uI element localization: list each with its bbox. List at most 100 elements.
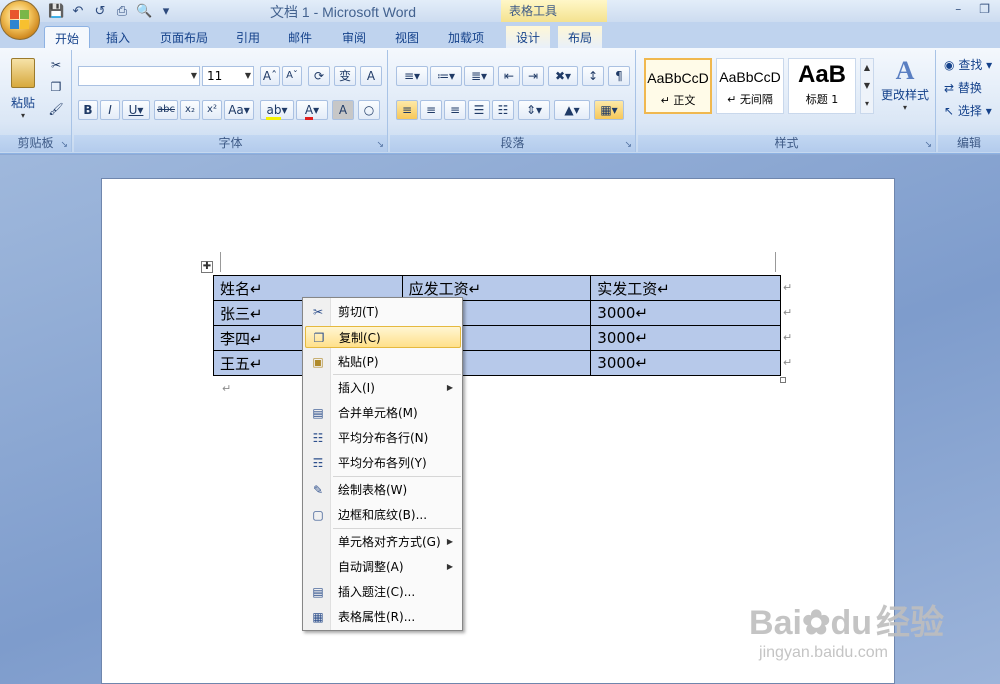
table-resize-handle[interactable] xyxy=(780,377,786,383)
distribute-columns-icon: ☶ xyxy=(312,456,324,470)
sort-icon[interactable]: ↕ xyxy=(582,66,604,86)
superscript-icon[interactable]: x² xyxy=(202,100,222,120)
clear-format-icon[interactable]: ⟳ xyxy=(308,66,330,86)
menu-item-label: 单元格对齐方式(G) xyxy=(338,535,441,549)
font-color-icon[interactable]: A▾ xyxy=(296,100,328,120)
align-center-icon[interactable]: ≡ xyxy=(420,100,442,120)
numbering-icon[interactable]: ≔▾ xyxy=(430,66,462,86)
character-border-icon[interactable]: A xyxy=(360,66,382,86)
tab-review[interactable]: 审阅 xyxy=(332,26,376,48)
subscript-icon[interactable]: x₂ xyxy=(180,100,200,120)
menu-item-insert-caption[interactable]: ▤ 插入题注(C)... xyxy=(305,581,461,603)
change-case-icon[interactable]: Aa▾ xyxy=(224,100,254,120)
highlight-icon[interactable]: ab▾ xyxy=(260,100,294,120)
bold-icon[interactable]: B xyxy=(78,100,98,120)
paste-label: 粘贴 xyxy=(10,96,35,110)
phonetic-guide-icon[interactable]: 变 xyxy=(334,66,356,86)
print-icon[interactable]: ⎙ xyxy=(114,4,130,19)
menu-item-copy[interactable]: ❐ 复制(C) xyxy=(305,326,461,348)
character-shading-icon[interactable]: A xyxy=(332,100,354,120)
style-normal[interactable]: AaBbCcD ↵ 正文 xyxy=(644,58,712,114)
menu-item-draw-table[interactable]: ✎ 绘制表格(W) xyxy=(305,479,461,501)
dialog-launcher-icon[interactable]: ↘ xyxy=(60,140,68,150)
grow-font-icon[interactable]: Aˆ xyxy=(260,66,280,86)
menu-item-distribute-rows[interactable]: ☷ 平均分布各行(N) xyxy=(305,427,461,449)
dialog-launcher-icon[interactable]: ↘ xyxy=(624,140,632,150)
table-cell[interactable]: 3000↵ xyxy=(590,300,781,326)
change-styles-button[interactable]: A 更改样式 ▾ xyxy=(878,56,932,126)
tab-home[interactable]: 开始 xyxy=(44,26,91,48)
quick-access-toolbar: 💾 ↶ ↺ ⎙ 🔍 ▾ xyxy=(48,2,174,20)
menu-item-paste[interactable]: ▣ 粘贴(P) xyxy=(305,351,461,373)
menu-item-cell-alignment[interactable]: 单元格对齐方式(G) ▶ xyxy=(305,531,461,553)
multilevel-list-icon[interactable]: ≣▾ xyxy=(464,66,494,86)
tab-references[interactable]: 引用 xyxy=(226,26,270,48)
cut-icon[interactable]: ✂ xyxy=(46,56,66,76)
tab-table-design[interactable]: 设计 xyxy=(506,26,551,48)
table-cell[interactable]: 3000↵ xyxy=(590,350,781,376)
tab-mailings[interactable]: 邮件 xyxy=(278,26,322,48)
dialog-launcher-icon[interactable]: ↘ xyxy=(376,140,384,150)
menu-item-merge-cells[interactable]: ▤ 合并单元格(M) xyxy=(305,402,461,424)
paste-icon: ▣ xyxy=(312,355,324,369)
chevron-down-icon: ▼ xyxy=(244,71,251,80)
tab-page-layout[interactable]: 页面布局 xyxy=(150,26,218,48)
select-button[interactable]: ↖ 选择 ▾ xyxy=(944,102,992,119)
save-icon[interactable]: 💾 xyxy=(48,4,64,19)
bullets-icon[interactable]: ≡▾ xyxy=(396,66,428,86)
increase-indent-icon[interactable]: ⇥ xyxy=(522,66,544,86)
redo-icon[interactable]: ↺ xyxy=(92,4,108,19)
office-button[interactable] xyxy=(0,0,40,40)
distributed-icon[interactable]: ☷ xyxy=(492,100,514,120)
table-cell[interactable]: 实发工资↵ xyxy=(590,275,781,301)
style-sample: AaBbCcD xyxy=(719,69,781,85)
editing-group-label: 编辑 xyxy=(938,135,1000,152)
restore-icon[interactable]: ❐ xyxy=(979,2,990,16)
menu-item-cut[interactable]: ✂ 剪切(T) xyxy=(305,301,461,323)
salary-table[interactable]: 姓名↵ 应发工资↵ 实发工资↵ 张三↵ 3000↵ 李四↵ 3000↵ 王五↵ … xyxy=(213,275,781,376)
editing-group: ◉ 查找 ▾ ⇄ 替换 ↖ 选择 ▾ 编辑 xyxy=(938,50,1000,152)
justify-icon[interactable]: ☰ xyxy=(468,100,490,120)
borders-icon[interactable]: ▦▾ xyxy=(594,100,624,120)
menu-item-autofit[interactable]: 自动调整(A) ▶ xyxy=(305,556,461,578)
paragraph-group: ≡▾ ≔▾ ≣▾ ⇤ ⇥ ✖▾ ↕ ¶ ≡ ≡ ≡ ☰ ☷ ⇕▾ ▲▾ ▦▾ 段… xyxy=(390,50,636,152)
underline-icon[interactable]: U▾ xyxy=(122,100,150,120)
minimize-icon[interactable]: – xyxy=(955,2,961,16)
paste-button[interactable]: 粘贴 ▾ xyxy=(6,56,40,126)
show-marks-icon[interactable]: ¶ xyxy=(608,66,630,86)
shading-icon[interactable]: ▲▾ xyxy=(554,100,590,120)
decrease-indent-icon[interactable]: ⇤ xyxy=(498,66,520,86)
tab-table-layout[interactable]: 布局 xyxy=(558,26,603,48)
menu-item-table-properties[interactable]: ▦ 表格属性(R)... xyxy=(305,606,461,628)
undo-icon[interactable]: ↶ xyxy=(70,4,86,19)
tab-add-ins[interactable]: 加载项 xyxy=(438,26,494,48)
styles-scroll[interactable]: ▲ ▼ ▾ xyxy=(860,58,874,114)
menu-item-borders-shading[interactable]: ▢ 边框和底纹(B)... xyxy=(305,504,461,526)
strikethrough-icon[interactable]: abc xyxy=(154,100,178,120)
tab-view[interactable]: 视图 xyxy=(385,26,429,48)
dialog-launcher-icon[interactable]: ↘ xyxy=(924,140,932,150)
chinese-layout-icon[interactable]: ✖▾ xyxy=(548,66,578,86)
enclose-characters-icon[interactable]: ○ xyxy=(358,100,380,120)
align-left-icon[interactable]: ≡ xyxy=(396,100,418,120)
customize-icon[interactable]: ▾ xyxy=(158,4,174,19)
print-preview-icon[interactable]: 🔍 xyxy=(136,4,152,19)
replace-button[interactable]: ⇄ 替换 xyxy=(944,79,982,96)
shrink-font-icon[interactable]: Aˇ xyxy=(282,66,302,86)
tab-insert[interactable]: 插入 xyxy=(96,26,140,48)
font-name-combo[interactable]: ▼ xyxy=(78,66,200,86)
menu-item-distribute-columns[interactable]: ☶ 平均分布各列(Y) xyxy=(305,452,461,474)
italic-icon[interactable]: I xyxy=(100,100,120,120)
format-painter-icon[interactable]: 🖌 xyxy=(46,100,66,120)
table-move-handle-icon[interactable]: ✚ xyxy=(201,261,213,273)
find-button[interactable]: ◉ 查找 ▾ xyxy=(944,56,992,73)
chevron-down-icon: ▾ xyxy=(20,111,25,120)
menu-item-insert[interactable]: 插入(I) ▶ xyxy=(305,377,461,399)
style-heading-1[interactable]: AaB 标题 1 xyxy=(788,58,856,114)
copy-icon[interactable]: ❐ xyxy=(46,78,66,98)
font-size-combo[interactable]: 11 ▼ xyxy=(202,66,254,86)
table-cell[interactable]: 3000↵ xyxy=(590,325,781,351)
style-no-spacing[interactable]: AaBbCcD ↵ 无间隔 xyxy=(716,58,784,114)
line-spacing-icon[interactable]: ⇕▾ xyxy=(518,100,550,120)
align-right-icon[interactable]: ≡ xyxy=(444,100,466,120)
